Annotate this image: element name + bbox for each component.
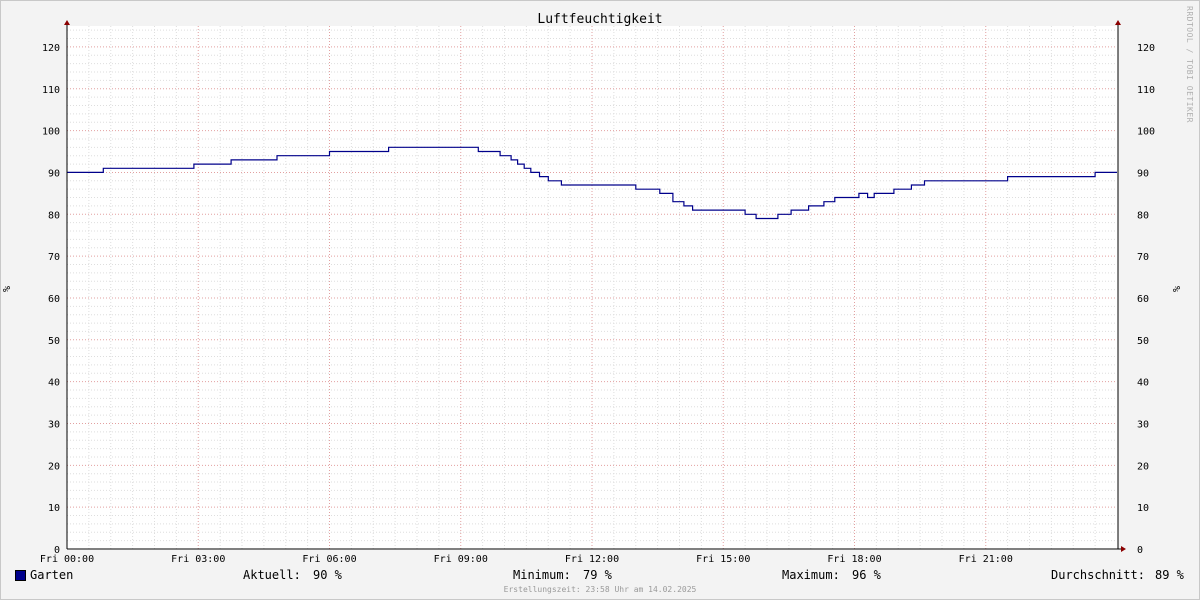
legend-min-label: Minimum: — [513, 568, 571, 582]
y-tick-label: 60 — [48, 294, 60, 305]
y-axis-label-right: % — [1172, 286, 1183, 292]
humidity-chart: 0 10 20 30 40 50 60 70 80 90 100 110 120 0 10 20 30 40 50… — [2, 12, 1183, 565]
x-tick-label: Fri 12:00 — [565, 554, 619, 565]
y-tick-label: 80 — [1137, 210, 1149, 221]
x-axis-arrow — [1121, 546, 1126, 552]
y-tick-label: 30 — [1137, 419, 1149, 430]
legend-max-label: Maximum: — [782, 568, 840, 582]
y-tick-label: 110 — [42, 85, 60, 96]
x-tick-label: Fri 00:00 — [40, 554, 94, 565]
legend-avg-label: Durchschnitt: — [1051, 568, 1145, 582]
x-tick-label: Fri 21:00 — [959, 554, 1013, 565]
y-tick-labels-right: 0 10 20 30 40 50 60 70 80 90 100 110 120 — [1137, 43, 1155, 556]
y-tick-label: 90 — [48, 168, 60, 179]
y-tick-label: 120 — [42, 43, 60, 54]
y-tick-label: 20 — [48, 461, 60, 472]
x-tick-label: Fri 06:00 — [302, 554, 356, 565]
y-tick-labels-left: 0102030405060708090100110120 — [42, 43, 60, 556]
y-axis-label-left: % — [2, 286, 13, 292]
y-tick-label: 110 — [1137, 85, 1155, 96]
legend-min-value: 79 % — [583, 568, 612, 582]
x-tick-label: Fri 09:00 — [434, 554, 488, 565]
y-tick-label: 90 — [1137, 168, 1149, 179]
y-tick-label: 30 — [48, 419, 60, 430]
y-tick-label: 80 — [48, 210, 60, 221]
y-tick-label: 60 — [1137, 294, 1149, 305]
watermark: RRDTOOL / TOBI OETIKER — [1185, 6, 1194, 123]
y-tick-label: 10 — [1137, 503, 1149, 514]
y-tick-label: 50 — [1137, 336, 1149, 347]
legend-avg-value: 89 % — [1155, 568, 1184, 582]
chart-title: Luftfeuchtigkeit — [537, 12, 662, 27]
y-tick-label: 40 — [48, 378, 60, 389]
y-tick-label: 0 — [1137, 545, 1143, 556]
legend-current-label: Aktuell: — [243, 568, 301, 582]
legend-swatch — [15, 570, 26, 581]
x-tick-label: Fri 03:00 — [171, 554, 225, 565]
y-tick-label: 40 — [1137, 378, 1149, 389]
y-tick-label: 10 — [48, 503, 60, 514]
y-tick-label: 100 — [1137, 127, 1155, 138]
y-tick-label: 100 — [42, 127, 60, 138]
x-tick-labels: Fri 00:00 Fri 03:00 Fri 06:00 Fri 09:00 Fri … — [40, 554, 1013, 565]
y-tick-label: 70 — [1137, 252, 1149, 263]
legend-current-value: 90 % — [313, 568, 342, 582]
y-tick-label: 20 — [1137, 461, 1149, 472]
legend-series-name: Garten — [30, 568, 74, 582]
y-tick-label: 70 — [48, 252, 60, 263]
y-tick-label: 50 — [48, 336, 60, 347]
x-tick-label: Fri 15:00 — [696, 554, 750, 565]
x-tick-label: Fri 18:00 — [827, 554, 881, 565]
y-axis-right-arrow — [1115, 20, 1121, 25]
y-axis-left-arrow — [64, 20, 70, 25]
y-tick-label: 120 — [1137, 43, 1155, 54]
legend-max-value: 96 % — [852, 568, 881, 582]
footer-timestamp: Erstellungszeit: 23:58 Uhr am 14.02.2025 — [503, 585, 697, 594]
